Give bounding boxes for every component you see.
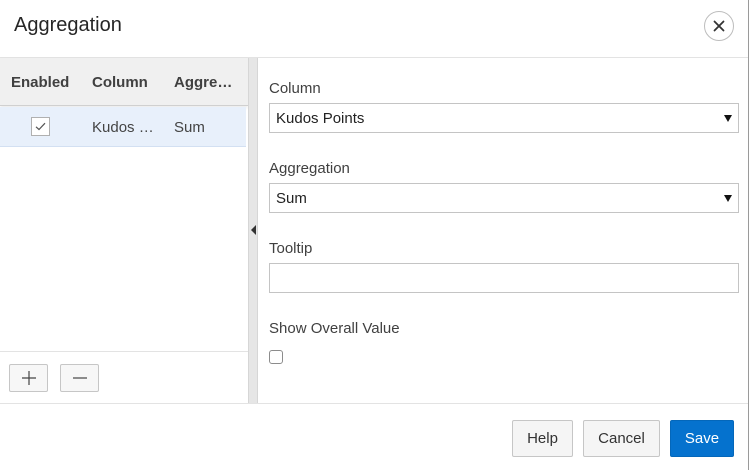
close-button[interactable]	[704, 11, 734, 41]
row-aggregation-cell: Sum	[174, 119, 205, 136]
chevron-down-icon	[724, 115, 732, 122]
grid-header: Enabled Column Aggre…	[0, 58, 248, 106]
aggregation-select-value: Sum	[276, 190, 307, 207]
dialog-footer: Help Cancel Save	[0, 403, 748, 470]
grid-toolbar	[0, 351, 248, 403]
row-column-cell: Kudos …	[92, 119, 154, 136]
table-row[interactable]: Kudos … Sum	[0, 107, 246, 147]
row-enabled-checkbox[interactable]	[31, 117, 50, 136]
column-select-value: Kudos Points	[276, 110, 365, 127]
aggregation-dialog: Aggregation Enabled Column Aggre… Kudos …	[0, 0, 751, 470]
pane-splitter[interactable]	[248, 58, 258, 403]
aggregation-label: Aggregation	[269, 160, 350, 177]
column-header-column[interactable]: Column	[92, 74, 148, 91]
dialog-header: Aggregation	[0, 0, 751, 58]
show-overall-value-label: Show Overall Value	[269, 320, 400, 337]
cancel-button[interactable]: Cancel	[583, 420, 660, 457]
column-header-enabled[interactable]: Enabled	[11, 74, 69, 91]
collapse-left-arrow-icon[interactable]	[251, 225, 256, 235]
remove-aggregation-button[interactable]	[60, 364, 99, 392]
save-button[interactable]: Save	[670, 420, 734, 457]
show-overall-value-checkbox[interactable]	[269, 350, 283, 364]
add-aggregation-button[interactable]	[9, 364, 48, 392]
tooltip-input[interactable]	[269, 263, 739, 293]
column-select[interactable]: Kudos Points	[269, 103, 739, 133]
chevron-down-icon	[724, 195, 732, 202]
aggregation-select[interactable]: Sum	[269, 183, 739, 213]
minus-icon	[72, 377, 87, 379]
tooltip-label: Tooltip	[269, 240, 313, 257]
aggregation-list-pane: Enabled Column Aggre… Kudos … Sum	[0, 58, 248, 403]
column-header-aggregation[interactable]: Aggre…	[174, 74, 232, 91]
help-button[interactable]: Help	[512, 420, 573, 457]
plus-icon	[21, 371, 36, 385]
column-label: Column	[269, 80, 321, 97]
aggregation-form: Column Kudos Points Aggregation Sum Tool…	[258, 58, 748, 403]
dialog-title: Aggregation	[14, 14, 122, 36]
checkmark-icon	[35, 122, 46, 131]
close-icon	[713, 20, 725, 32]
